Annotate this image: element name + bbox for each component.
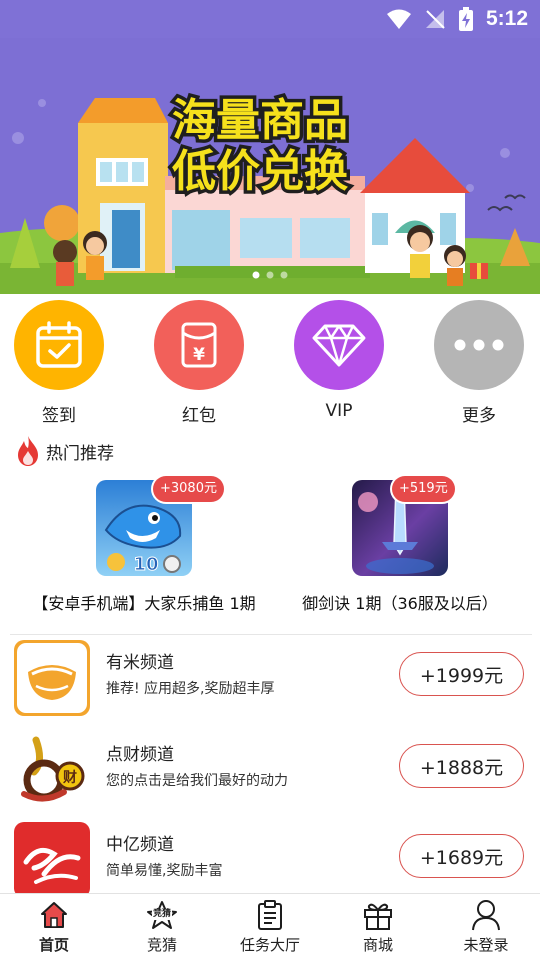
status-icons: 5:12 bbox=[386, 5, 528, 33]
svg-text:¥: ¥ bbox=[193, 345, 205, 365]
quick-action-vip[interactable]: VIP bbox=[284, 300, 394, 421]
hot-game-card[interactable]: +519元 御剑诀 1期（36服及以后） bbox=[288, 476, 512, 614]
nav-label: 任务大厅 bbox=[239, 936, 300, 954]
hot-section-title: 热门推荐 bbox=[46, 443, 114, 464]
channel-item-zhongyi[interactable]: 中亿频道 简单易懂,奖励丰富 +1689元 bbox=[0, 822, 540, 902]
reward-badge: +519元 bbox=[392, 476, 455, 502]
channel-item-youmi[interactable]: 有米频道 推荐! 应用超多,奖励超丰厚 +1999元 bbox=[0, 640, 540, 720]
clipboard-icon bbox=[258, 900, 282, 930]
channel-name: 有米频道 bbox=[106, 653, 174, 673]
quick-action-signin[interactable]: 签到 bbox=[4, 300, 114, 426]
channel-reward-button[interactable]: +1689元 bbox=[399, 834, 524, 878]
hot-section-header: 热门推荐 bbox=[16, 434, 114, 468]
channel-logo-diancai: 财 bbox=[14, 732, 90, 808]
status-bar: 5:12 bbox=[0, 0, 540, 38]
fire-icon bbox=[18, 436, 38, 466]
banner-illustration: 海量商品 低价兑换 bbox=[0, 38, 540, 294]
channel-reward-button[interactable]: +1888元 bbox=[399, 744, 524, 788]
nav-item-tasks[interactable]: 任务大厅 bbox=[216, 898, 324, 955]
channel-logo-youmi bbox=[14, 640, 90, 716]
game-name: 【安卓手机端】大家乐捕鱼 1期 bbox=[32, 594, 256, 613]
nav-item-home[interactable]: 首页 bbox=[0, 898, 108, 955]
channel-name: 中亿频道 bbox=[106, 835, 174, 855]
banner-dot[interactable] bbox=[252, 271, 260, 279]
reward-badge: +3080元 bbox=[153, 476, 224, 502]
quick-action-label: 签到 bbox=[42, 406, 76, 426]
battery-charging-icon bbox=[458, 7, 473, 31]
hot-game-card[interactable]: 10 +3080元 【安卓手机端】大家乐捕鱼 1期 bbox=[20, 476, 268, 614]
nav-item-profile[interactable]: 未登录 bbox=[432, 898, 540, 955]
banner-headline-1: 海量商品 bbox=[172, 95, 348, 146]
channel-desc: 简单易懂,奖励丰富 bbox=[106, 863, 223, 879]
section-divider bbox=[10, 634, 532, 635]
svg-text:财: 财 bbox=[62, 769, 77, 786]
banner-dot[interactable] bbox=[266, 271, 274, 279]
no-signal-icon bbox=[425, 10, 445, 29]
quick-action-more[interactable]: 更多 bbox=[424, 300, 534, 426]
nav-item-shop[interactable]: 商城 bbox=[324, 898, 432, 955]
quiz-icon-label: 竞猜 bbox=[151, 909, 173, 920]
nav-label: 商城 bbox=[362, 936, 393, 954]
red-envelope-icon: ¥ bbox=[154, 300, 244, 390]
game-name: 御剑诀 1期（36服及以后） bbox=[302, 594, 498, 613]
svg-text:10: 10 bbox=[133, 554, 158, 575]
nav-label: 首页 bbox=[38, 936, 69, 954]
channel-logo-zhongyi bbox=[14, 822, 90, 898]
diamond-icon bbox=[294, 300, 384, 390]
channel-name: 点财频道 bbox=[106, 745, 174, 765]
calendar-check-icon bbox=[14, 300, 104, 390]
status-time: 5:12 bbox=[485, 7, 528, 30]
quick-action-label: 红包 bbox=[182, 406, 216, 426]
promo-banner[interactable]: 海量商品 低价兑换 bbox=[0, 38, 540, 294]
banner-pagination bbox=[252, 271, 288, 279]
wifi-icon bbox=[386, 9, 411, 29]
quick-action-label: VIP bbox=[325, 401, 353, 421]
banner-headline-2: 低价兑换 bbox=[172, 146, 348, 197]
nav-label: 竞猜 bbox=[146, 936, 177, 954]
quick-action-label: 更多 bbox=[462, 406, 496, 426]
nav-item-quiz[interactable]: 竞猜 竞猜 bbox=[108, 898, 216, 955]
quick-actions: 签到 ¥ 红包 VIP 更多 bbox=[0, 300, 540, 426]
channel-desc: 您的点击是给我们最好的动力 bbox=[106, 773, 288, 789]
bottom-nav: 首页 竞猜 竞猜 任务大厅 商城 未登录 bbox=[0, 893, 540, 960]
quick-action-red-envelope[interactable]: ¥ 红包 bbox=[144, 300, 254, 426]
gift-icon bbox=[364, 903, 392, 930]
home-icon bbox=[41, 902, 67, 928]
nav-label: 未登录 bbox=[463, 936, 509, 954]
channel-desc: 推荐! 应用超多,奖励超丰厚 bbox=[106, 681, 275, 697]
channel-item-diancai[interactable]: 财 点财频道 您的点击是给我们最好的动力 +1888元 bbox=[0, 732, 540, 812]
more-dots-icon bbox=[434, 300, 524, 390]
user-icon bbox=[472, 900, 500, 931]
banner-dot[interactable] bbox=[280, 271, 288, 279]
channel-reward-button[interactable]: +1999元 bbox=[399, 652, 524, 696]
